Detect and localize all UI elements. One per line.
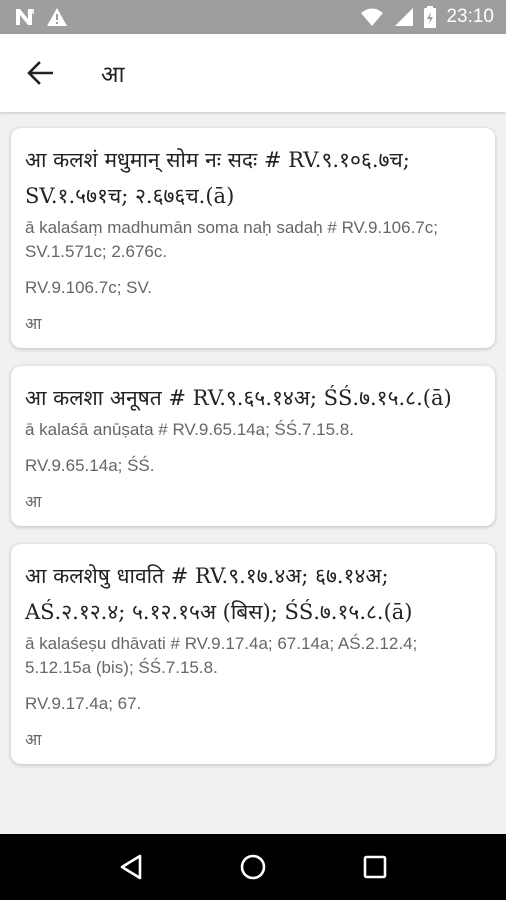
page-title: आ (101, 62, 125, 88)
app-bar: आ (0, 34, 506, 112)
nav-back-button[interactable] (111, 847, 151, 887)
entry-transliteration: ā kalaśaṃ madhumān soma naḥ sadaḥ # RV.9… (25, 218, 438, 261)
home-circle-icon (240, 854, 266, 880)
n-notification-icon (16, 9, 34, 25)
entry-card[interactable]: आ कलशं मधुमान् सोम नः सदः # RV.९.१०६.७च;… (11, 128, 495, 348)
warning-icon (47, 8, 67, 26)
back-button[interactable] (0, 34, 80, 112)
entry-word: आ (25, 730, 42, 749)
wifi-icon (361, 8, 384, 26)
entry-references: RV.9.65.14a; ŚŚ. (25, 456, 155, 475)
entry-card[interactable]: आ कलशेषु धावति # RV.९.१७.४अ; ६७.१४अ; AŚ.… (11, 544, 495, 764)
status-time: 23:10 (446, 6, 494, 27)
entry-references: RV.9.106.7c; SV. (25, 278, 152, 297)
back-triangle-icon (120, 854, 142, 880)
navigation-bar (0, 834, 506, 900)
nav-recents-button[interactable] (355, 847, 395, 887)
entry-references: RV.9.17.4a; 67. (25, 694, 142, 713)
entry-title: आ कलशेषु धावति # RV.९.१७.४अ; ६७.१४अ; AŚ.… (25, 564, 413, 624)
entry-transliteration: ā kalaśeṣu dhāvati # RV.9.17.4a; 67.14a;… (25, 634, 418, 677)
battery-icon (424, 6, 437, 28)
results-list[interactable]: आ कलशं मधुमान् सोम नः सदः # RV.९.१०६.७च;… (0, 112, 506, 834)
recents-square-icon (363, 855, 387, 879)
arrow-left-icon (27, 61, 53, 85)
entry-title: आ कलशा अनूषत # RV.९.६५.१४अ; ŚŚ.७.१५.८.(ā… (25, 386, 452, 410)
signal-icon (395, 8, 414, 26)
entry-card[interactable]: आ कलशा अनूषत # RV.९.६५.१४अ; ŚŚ.७.१५.८.(ā… (11, 366, 495, 526)
status-bar: 23:10 (0, 0, 506, 34)
entry-word: आ (25, 492, 42, 511)
entry-transliteration: ā kalaśā anūṣata # RV.9.65.14a; ŚŚ.7.15.… (25, 420, 354, 439)
entry-title: आ कलशं मधुमान् सोम नः सदः # RV.९.१०६.७च;… (25, 148, 410, 208)
entry-word: आ (25, 314, 42, 333)
nav-home-button[interactable] (233, 847, 273, 887)
